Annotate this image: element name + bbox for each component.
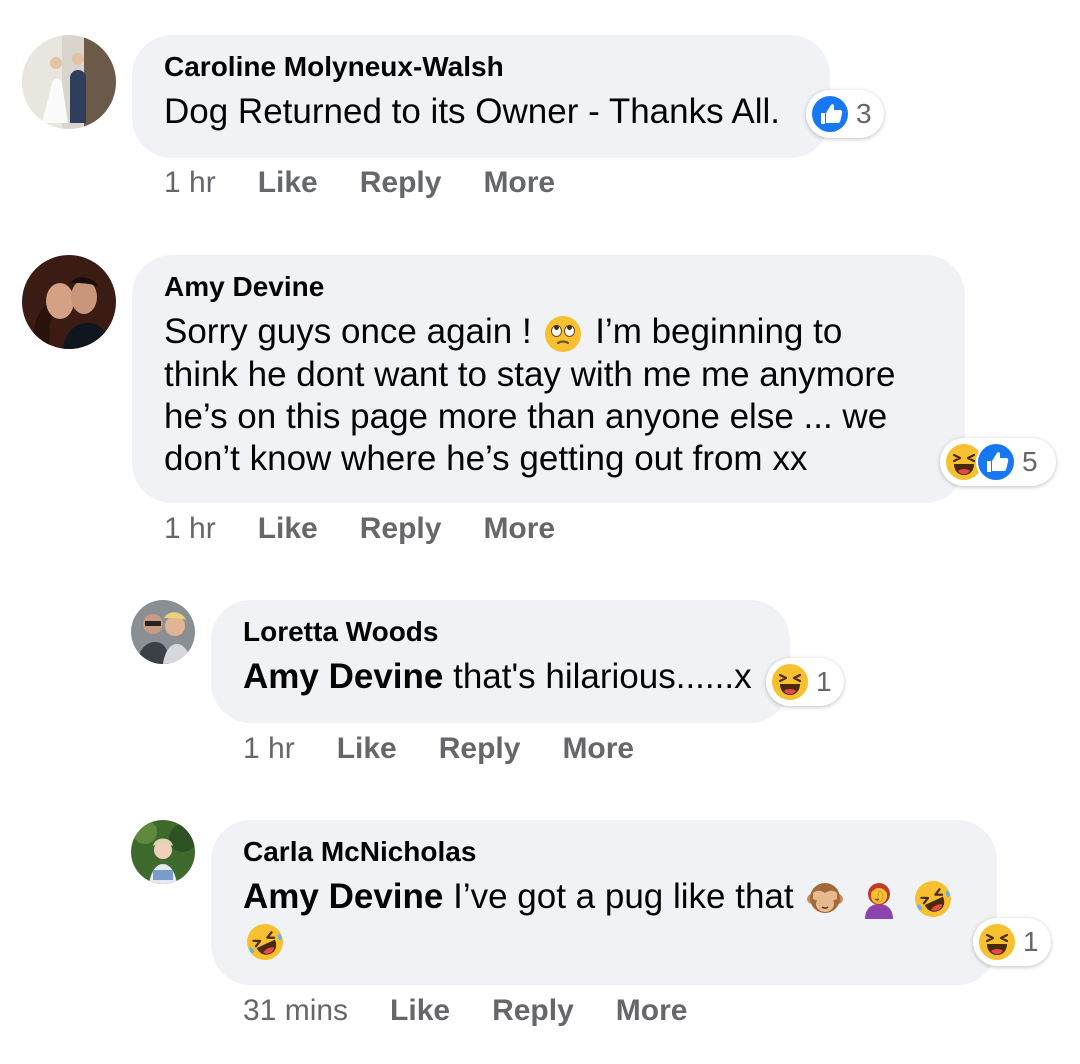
avatar-image [22, 35, 116, 129]
comment-actions: 1 hr Like Reply More [164, 512, 597, 546]
reply-button[interactable]: Reply [360, 512, 442, 546]
mention-link[interactable]: Amy Devine [243, 877, 443, 916]
comment-text: Amy Devine that's hilarious......x [243, 656, 758, 698]
comment-bubble: Carla McNicholas Amy Devine I’ve got a p… [211, 820, 997, 985]
author-name[interactable]: Carla McNicholas [243, 836, 965, 868]
reaction-summary[interactable]: 5 [940, 438, 1056, 486]
timestamp[interactable]: 31 mins [243, 994, 348, 1028]
avatar[interactable] [131, 600, 195, 664]
like-icon [810, 94, 850, 134]
author-name[interactable]: Loretta Woods [243, 616, 758, 648]
comment-text: Sorry guys once again ! I’m beginning to… [164, 311, 933, 480]
mention-link[interactable]: Amy Devine [243, 657, 443, 696]
comment-bubble: Amy Devine Sorry guys once again ! I’m b… [132, 255, 965, 503]
rolling-on-floor-laughing-icon [245, 922, 285, 962]
reaction-count: 3 [856, 98, 872, 129]
comment-actions: 1 hr Like Reply More [243, 732, 676, 766]
more-button[interactable]: More [483, 166, 555, 200]
reaction-count: 5 [1022, 446, 1038, 477]
comment-actions: 1 hr Like Reply More [164, 166, 597, 200]
more-button[interactable]: More [562, 732, 634, 766]
like-button[interactable]: Like [390, 994, 450, 1028]
text-line: I’m beginning to [595, 312, 843, 351]
text-line: I’ve got a pug like that [453, 877, 794, 916]
avatar-image [131, 600, 195, 664]
reply-button[interactable]: Reply [360, 166, 442, 200]
avatar[interactable] [131, 820, 195, 884]
see-no-evil-monkey-icon [805, 879, 845, 919]
haha-icon [977, 922, 1017, 962]
comment-text: Amy Devine I’ve got a pug like that [243, 876, 965, 962]
comment-actions: 31 mins Like Reply More [243, 994, 729, 1028]
more-button[interactable]: More [483, 512, 555, 546]
face-with-rolling-eyes-icon [543, 314, 583, 354]
comment-text: Dog Returned to its Owner - Thanks All. [164, 92, 781, 131]
author-name[interactable]: Caroline Molyneux-Walsh [164, 51, 798, 83]
haha-icon [770, 662, 810, 702]
text-line: Sorry guys once again ! [164, 312, 532, 351]
like-button[interactable]: Like [337, 732, 397, 766]
more-button[interactable]: More [616, 994, 688, 1028]
rolling-on-floor-laughing-icon [913, 879, 953, 919]
text-line: think he dont want to stay with me me an… [164, 354, 896, 394]
reply-button[interactable]: Reply [439, 732, 521, 766]
text-line: that's hilarious......x [453, 657, 752, 696]
text-line: he’s on this page more than anyone else … [164, 396, 888, 436]
woman-facepalming-icon [859, 879, 899, 919]
avatar-image [131, 820, 195, 884]
comment-bubble: Caroline Molyneux-Walsh Dog Returned to … [132, 35, 830, 158]
reaction-summary[interactable]: 1 [973, 918, 1051, 966]
reply-button[interactable]: Reply [492, 994, 574, 1028]
like-icon [976, 442, 1016, 482]
reaction-summary[interactable]: 3 [806, 90, 884, 138]
timestamp[interactable]: 1 hr [164, 512, 216, 546]
author-name[interactable]: Amy Devine [164, 271, 933, 303]
avatar-image [22, 255, 116, 349]
avatar[interactable] [22, 255, 116, 349]
text-line: don’t know where he’s getting out from x… [164, 438, 808, 478]
timestamp[interactable]: 1 hr [243, 732, 295, 766]
reaction-count: 1 [816, 666, 832, 697]
reaction-count: 1 [1023, 926, 1039, 957]
like-button[interactable]: Like [258, 512, 318, 546]
reaction-summary[interactable]: 1 [766, 658, 844, 706]
like-button[interactable]: Like [258, 166, 318, 200]
avatar[interactable] [22, 35, 116, 129]
timestamp[interactable]: 1 hr [164, 166, 216, 200]
comment-bubble: Loretta Woods Amy Devine that's hilariou… [211, 600, 790, 723]
